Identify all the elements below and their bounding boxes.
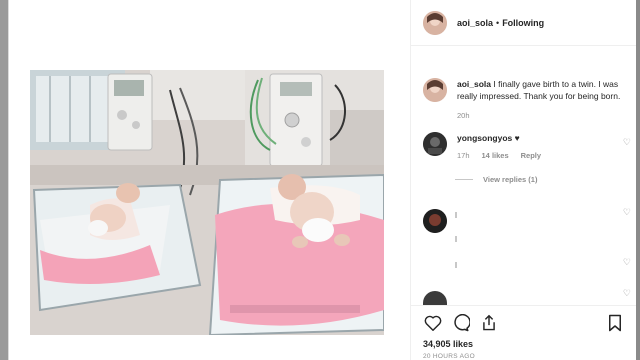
comment-icon[interactable] [451,314,471,332]
faint-mark [455,236,457,242]
faint-mark [455,262,457,268]
comment-likes[interactable]: 14 likes [482,151,509,160]
share-icon[interactable] [479,314,499,332]
faint-mark [455,212,457,218]
caption-timestamp[interactable]: 20h [457,111,633,120]
caption-username[interactable]: aoi_sola [457,79,491,89]
replies-divider [455,179,473,180]
post-header: aoi_sola • Following [411,0,637,46]
commenter-avatar-2[interactable] [423,209,447,233]
comment-meta: 17h 14 likes Reply [457,151,633,160]
comment-item: yongsongyos ♥ 17h 14 likes Reply [423,132,633,160]
author-avatar[interactable] [423,10,447,35]
heart-icon[interactable] [423,314,443,332]
newborn-twins-photo [30,70,384,335]
comment-like-heart-icon[interactable]: ♡ [623,207,631,218]
post-photo[interactable] [30,70,384,335]
comment-body: ♥ [514,133,520,143]
view-replies-button[interactable]: View replies (1) [455,175,537,184]
comment-like-heart-icon[interactable]: ♡ [623,288,631,299]
comment-like-heart-icon[interactable]: ♡ [623,137,631,148]
media-pane [9,0,411,360]
post-actions: 34,905 likes 20 HOURS AGO [411,305,637,360]
left-backdrop [0,0,8,360]
right-backdrop [636,0,640,360]
comment-text: yongsongyos ♥ [457,132,633,144]
header-separator: • [496,17,500,28]
post-age[interactable]: 20 HOURS AGO [423,353,625,360]
commenter-avatar[interactable] [423,132,447,156]
caption-comment: aoi_sola I finally gave birth to a twin.… [423,78,633,120]
caption-text: aoi_sola I finally gave birth to a twin.… [457,78,633,102]
reply-button[interactable]: Reply [521,151,541,160]
bookmark-icon[interactable] [605,314,625,332]
likes-count[interactable]: 34,905 likes [423,339,625,349]
commenter-avatar-3[interactable] [423,291,447,305]
comment-username[interactable]: yongsongyos [457,133,512,143]
author-username[interactable]: aoi_sola [457,18,493,28]
instagram-post-dialog: aoi_sola • Following aoi_sola I finally … [8,0,637,360]
view-replies-label: View replies (1) [483,175,538,184]
comment-like-heart-icon[interactable]: ♡ [623,257,631,268]
following-button[interactable]: Following [502,18,544,28]
comment-time[interactable]: 17h [457,151,470,160]
post-sidebar: aoi_sola • Following aoi_sola I finally … [411,0,637,360]
caption-avatar[interactable] [423,78,447,102]
